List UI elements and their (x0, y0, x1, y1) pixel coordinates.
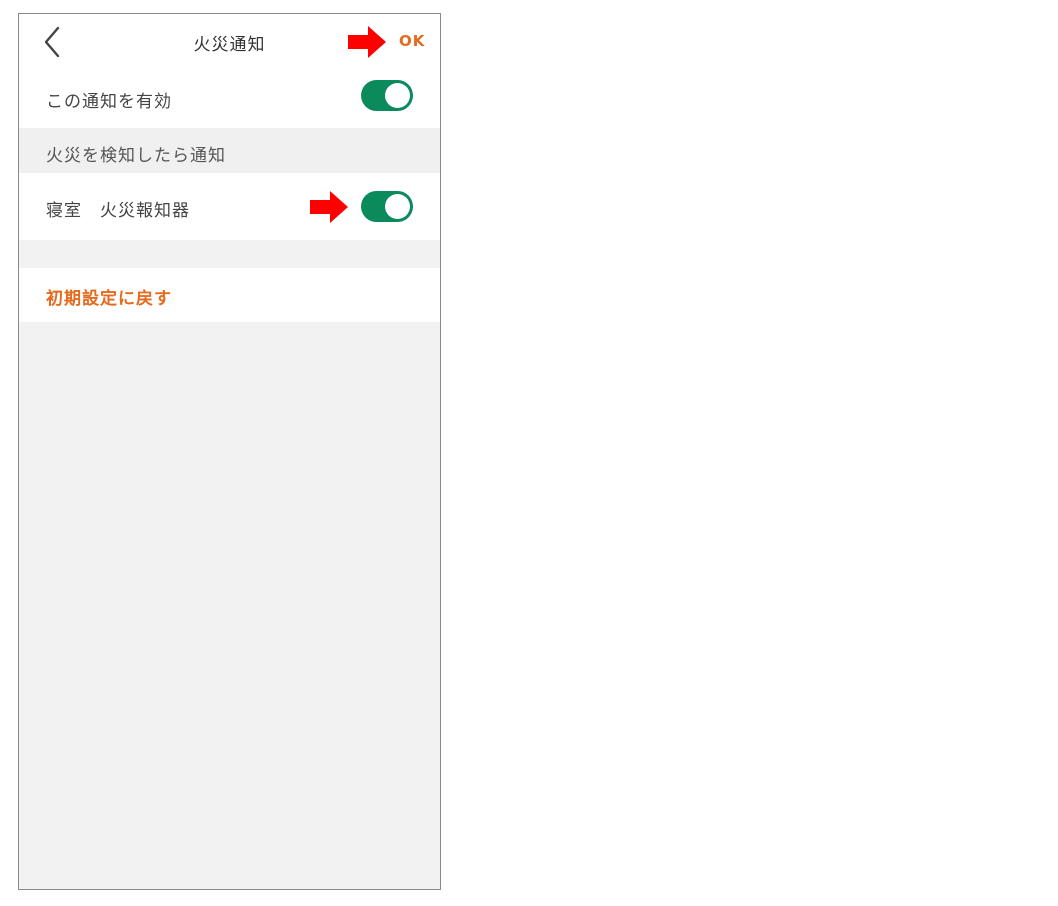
toggle-knob (385, 194, 410, 219)
enable-notification-toggle[interactable] (361, 80, 413, 111)
device-label: 寝室 火災報知器 (46, 201, 190, 221)
device-toggle[interactable] (361, 191, 413, 222)
navigation-bar: 火災通知 OK (19, 14, 440, 70)
enable-notification-row: この通知を有効 (19, 70, 440, 128)
enable-notification-label: この通知を有効 (46, 92, 172, 112)
section-header: 火災を検知したら通知 (19, 128, 440, 173)
section-header-label: 火災を検知したら通知 (46, 146, 226, 166)
ok-button[interactable]: OK (399, 32, 425, 50)
toggle-knob (385, 83, 410, 108)
phone-screen: 火災通知 OK この通知を有効 火災を検知したら通知 寝室 火災報知器 初期設定… (18, 13, 441, 890)
reset-row[interactable]: 初期設定に戻す (19, 268, 440, 322)
device-row: 寝室 火災報知器 (19, 173, 440, 240)
reset-to-default-button[interactable]: 初期設定に戻す (46, 284, 172, 309)
red-right-arrow-icon (310, 191, 348, 223)
red-right-arrow-icon (348, 26, 386, 58)
